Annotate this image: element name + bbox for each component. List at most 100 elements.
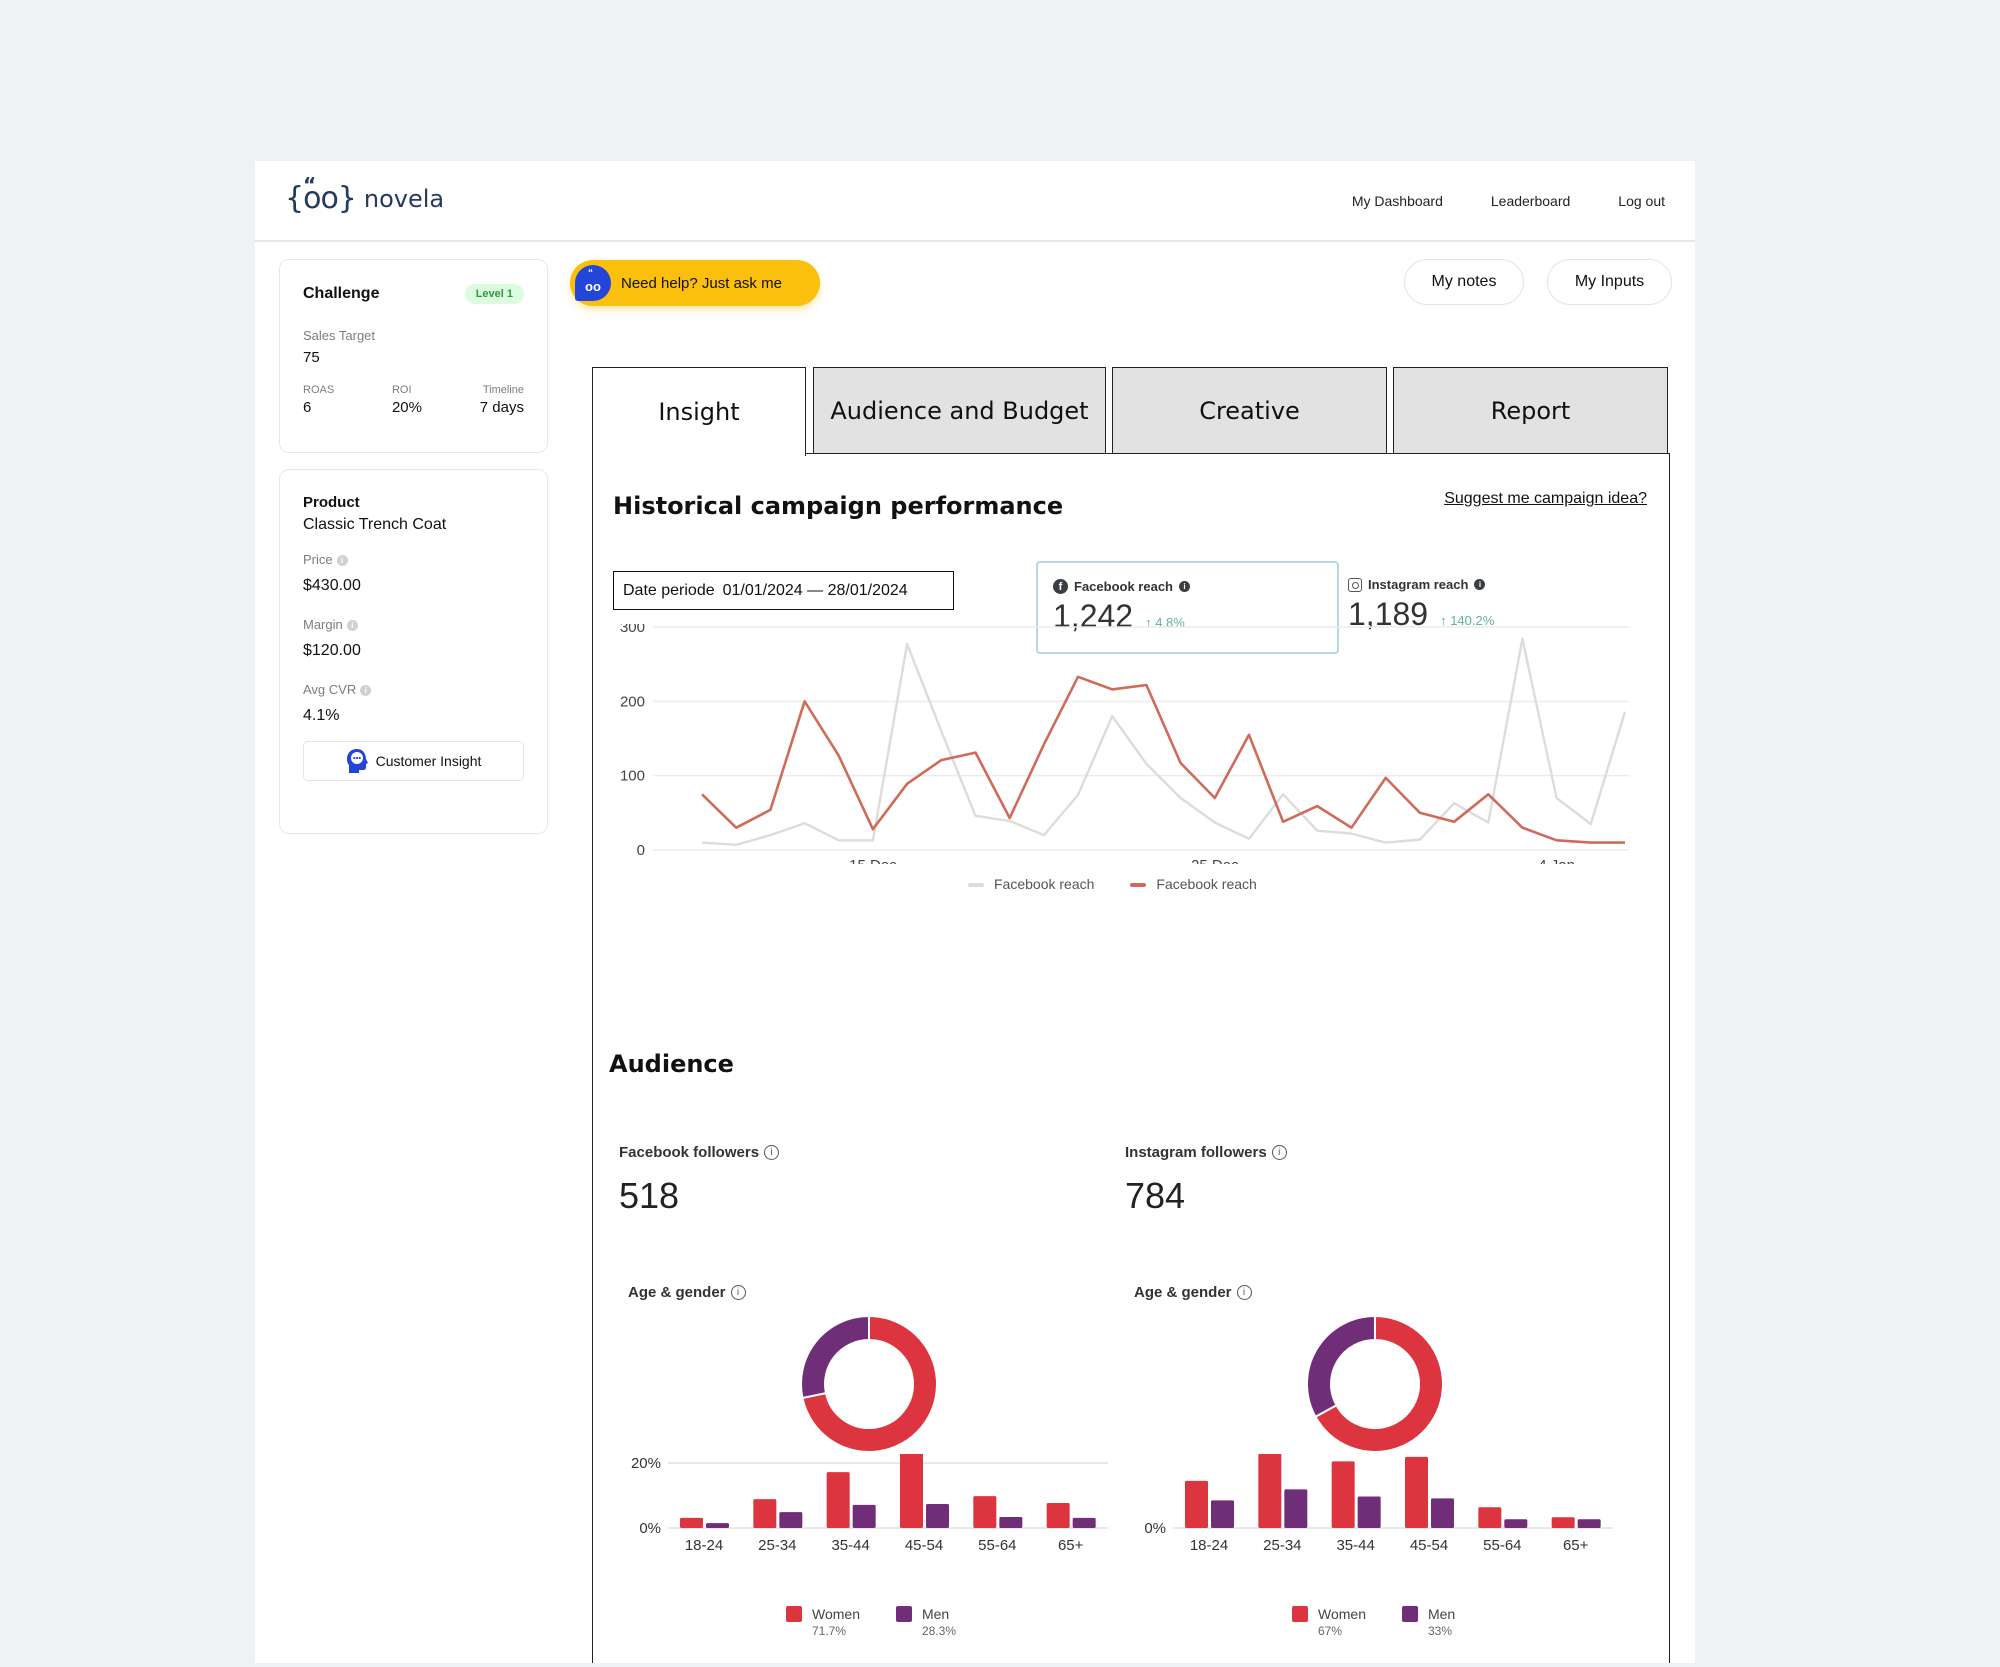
help-chat-button[interactable]: “ oo Need help? Just ask me bbox=[570, 260, 820, 306]
y-tick-label: 0% bbox=[639, 1520, 661, 1537]
bar-men bbox=[1284, 1489, 1308, 1528]
series-line-1 bbox=[701, 637, 1627, 847]
roas-label: ROAS bbox=[303, 384, 335, 396]
help-label: Need help? Just ask me bbox=[621, 274, 782, 292]
info-icon[interactable]: i bbox=[730, 1285, 746, 1300]
legend-swatch bbox=[895, 1606, 912, 1622]
sales-target-label: Sales Target bbox=[303, 328, 376, 343]
legend-item-series-1[interactable]: Facebook reach bbox=[968, 876, 1094, 892]
roi-label: ROI bbox=[391, 384, 412, 396]
legend-label: Facebook reach bbox=[1156, 876, 1257, 892]
legend-women[interactable]: Women 67% bbox=[1292, 1606, 1366, 1638]
bar-women bbox=[826, 1472, 850, 1528]
roi-value: 20% bbox=[391, 399, 422, 416]
customer-insight-button[interactable]: Customer Insight bbox=[303, 741, 524, 781]
cvr-label-row: Avg CVR i bbox=[303, 682, 524, 697]
bar-women bbox=[1331, 1461, 1355, 1528]
bar-men bbox=[999, 1516, 1023, 1528]
legend-label: Women bbox=[812, 1606, 860, 1622]
bar-women bbox=[973, 1496, 997, 1528]
timeline-stat: Timeline 7 days bbox=[480, 384, 524, 416]
donut-slice-men bbox=[800, 1314, 870, 1400]
nav-log-out[interactable]: Log out bbox=[1618, 193, 1665, 209]
info-icon[interactable]: i bbox=[764, 1145, 780, 1160]
bar-men bbox=[706, 1523, 729, 1528]
legend-women[interactable]: Women 71.7% bbox=[786, 1606, 860, 1638]
x-tick-label: 55-64 bbox=[978, 1537, 1016, 1554]
x-tick-label: 15 Dec bbox=[849, 857, 897, 864]
info-icon[interactable]: i bbox=[1474, 579, 1486, 590]
info-icon[interactable]: i bbox=[1271, 1145, 1287, 1160]
top-nav: My Dashboard Leaderboard Log out bbox=[1352, 193, 1665, 209]
info-icon[interactable]: i bbox=[1236, 1285, 1252, 1300]
product-name: Classic Trench Coat bbox=[303, 516, 447, 533]
x-tick-label: 18-24 bbox=[1190, 1537, 1228, 1554]
bar-men bbox=[852, 1504, 876, 1528]
date-period-label: Date periode bbox=[623, 581, 715, 599]
nav-my-dashboard[interactable]: My Dashboard bbox=[1352, 193, 1443, 209]
legend-swatch bbox=[968, 883, 984, 888]
price-value: $430.00 bbox=[303, 577, 361, 594]
info-icon[interactable]: i bbox=[346, 620, 358, 631]
y-tick-label: 0% bbox=[1144, 1520, 1166, 1537]
tab-audience-and-budget[interactable]: Audience and Budget bbox=[813, 367, 1106, 455]
timeline-value: 7 days bbox=[479, 399, 524, 416]
instagram-age-bar-chart: 0% 18-24 25-34 35-44 45-54 55-64 65+ bbox=[1144, 1454, 1613, 1554]
challenge-card: Challenge Level 1 Sales Target 75 ROAS 6… bbox=[279, 259, 548, 453]
legend-item-series-2[interactable]: Facebook reach bbox=[1130, 876, 1257, 892]
insight-panel: Historical campaign performance Suggest … bbox=[592, 453, 1670, 1663]
bar-men bbox=[1357, 1496, 1381, 1528]
legend-swatch bbox=[786, 1606, 802, 1622]
bar-women bbox=[1185, 1480, 1208, 1528]
nav-leaderboard[interactable]: Leaderboard bbox=[1491, 193, 1570, 209]
logo-quote-glyph: “ bbox=[303, 173, 316, 197]
roi-stat: ROI 20% bbox=[392, 384, 422, 416]
my-notes-button[interactable]: My notes bbox=[1404, 259, 1524, 305]
legend-label: Facebook reach bbox=[994, 876, 1095, 892]
facebook-gender-donut bbox=[800, 1314, 938, 1453]
tab-report[interactable]: Report bbox=[1393, 367, 1668, 455]
cvr-value: 4.1% bbox=[303, 707, 340, 724]
facebook-followers-block: Facebook followers i 518 bbox=[619, 1144, 780, 1217]
y-tick-label: 20% bbox=[631, 1455, 661, 1472]
age-gender-title: Age & gender bbox=[628, 1284, 726, 1301]
instagram-age-gender-label: Age & gender i bbox=[1134, 1284, 1252, 1301]
legend-men[interactable]: Men 28.3% bbox=[895, 1606, 956, 1638]
legend-percent: 33% bbox=[1427, 1624, 1453, 1638]
info-icon[interactable]: i bbox=[336, 555, 348, 566]
brand-name: novela bbox=[363, 185, 445, 213]
x-tick-label: 18-24 bbox=[685, 1537, 723, 1554]
suggest-campaign-link[interactable]: Suggest me campaign idea? bbox=[1444, 490, 1647, 508]
facebook-followers-value: 518 bbox=[619, 1175, 680, 1216]
instagram-gender-legend: Women 67% Men 33% bbox=[1292, 1606, 1455, 1638]
facebook-age-gender-label: Age & gender i bbox=[628, 1284, 746, 1301]
legend-men[interactable]: Men 33% bbox=[1401, 1606, 1455, 1638]
product-title: Product bbox=[303, 494, 360, 511]
facebook-icon: f bbox=[1053, 579, 1068, 594]
tab-insight[interactable]: Insight bbox=[592, 367, 806, 456]
x-tick-label: 65+ bbox=[1058, 1537, 1084, 1554]
my-inputs-button[interactable]: My Inputs bbox=[1547, 259, 1672, 305]
date-period-field[interactable]: Date periode 01/01/2024 — 28/01/2024 bbox=[613, 571, 954, 610]
head-chat-icon bbox=[346, 749, 368, 773]
tab-creative[interactable]: Creative bbox=[1112, 367, 1387, 455]
section-title-audience: Audience bbox=[609, 1050, 734, 1078]
line-chart-legend: Facebook reach Facebook reach bbox=[968, 876, 1257, 892]
legend-swatch bbox=[1401, 1606, 1418, 1622]
bar-women bbox=[680, 1517, 703, 1528]
info-icon[interactable]: i bbox=[1179, 581, 1190, 592]
price-label-row: Price i bbox=[303, 552, 524, 567]
price-label: Price bbox=[303, 552, 333, 567]
age-gender-title: Age & gender bbox=[1134, 1284, 1232, 1301]
facebook-age-bar-chart: 0% 20% 18-24 25-34 35-44 45-54 55-64 65+ bbox=[631, 1454, 1108, 1554]
bar-men bbox=[779, 1512, 803, 1528]
y-tick-label: 0 bbox=[637, 842, 645, 859]
challenge-title: Challenge bbox=[303, 285, 380, 302]
section-title-performance: Historical campaign performance bbox=[613, 492, 1064, 520]
novela-logo[interactable]: {oo} “ novela bbox=[285, 173, 445, 219]
margin-label: Margin bbox=[303, 617, 343, 632]
level-badge: Level 1 bbox=[464, 284, 524, 304]
bar-men bbox=[1577, 1519, 1601, 1528]
legend-swatch bbox=[1130, 883, 1147, 888]
info-icon[interactable]: i bbox=[360, 685, 372, 696]
